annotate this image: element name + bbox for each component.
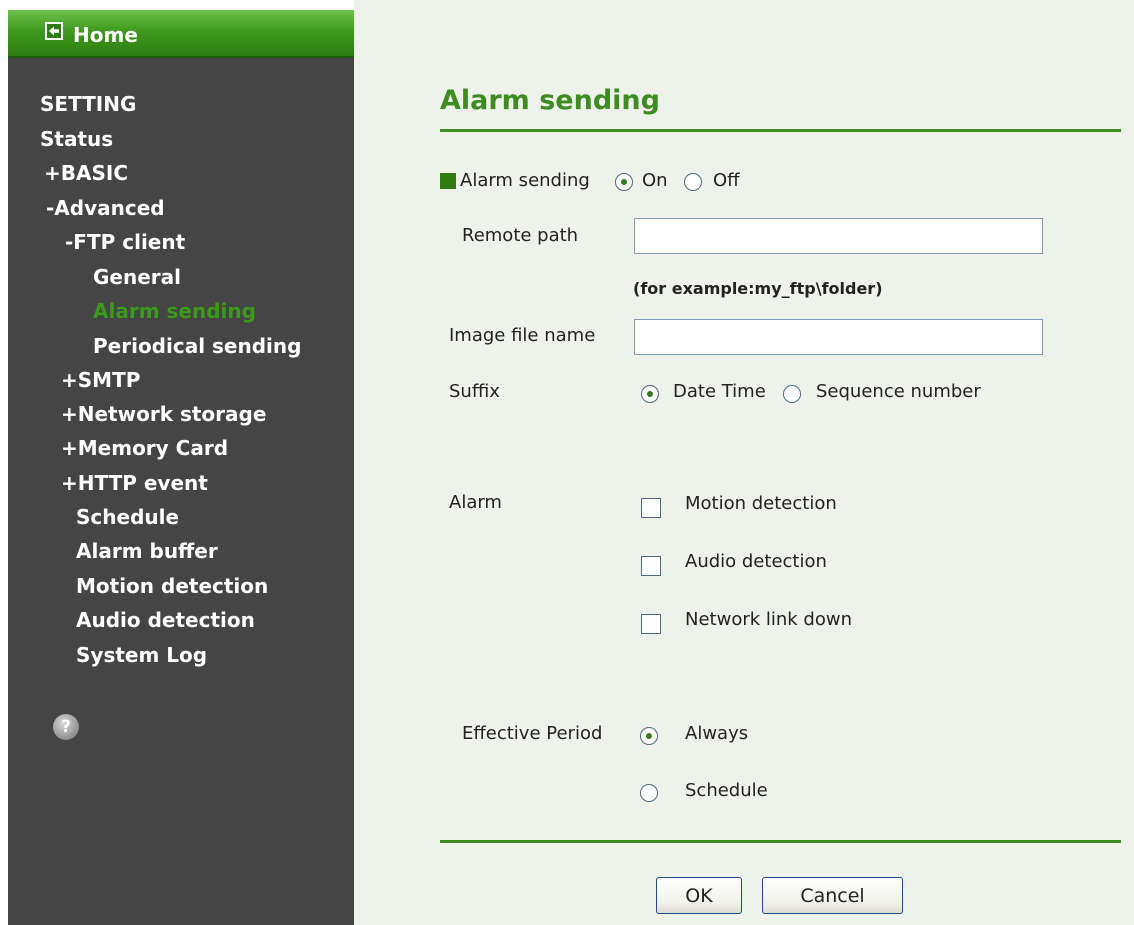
nav-motion-detection[interactable]: Motion detection	[76, 574, 268, 598]
section-bullet-icon	[440, 173, 456, 189]
period-schedule-label[interactable]: Schedule	[685, 780, 768, 802]
suffix-sequence-label[interactable]: Sequence number	[816, 381, 981, 403]
nav-http-event[interactable]: +HTTP event	[61, 471, 208, 495]
remote-path-label: Remote path	[462, 225, 579, 246]
nav-status[interactable]: Status	[40, 127, 113, 151]
footer-divider	[440, 840, 1121, 843]
alarm-sending-off-radio[interactable]	[684, 173, 702, 191]
nav-alarm-buffer[interactable]: Alarm buffer	[76, 539, 218, 563]
suffix-sequence-radio[interactable]	[783, 385, 801, 403]
nav-smtp[interactable]: +SMTP	[61, 368, 140, 392]
nav-basic[interactable]: +BASIC	[44, 161, 128, 185]
nav-alarm-sending[interactable]: Alarm sending	[93, 299, 256, 323]
nav-schedule[interactable]: Schedule	[76, 505, 179, 529]
audio-detection-label[interactable]: Audio detection	[685, 551, 827, 573]
motion-detection-label[interactable]: Motion detection	[685, 493, 837, 515]
help-icon[interactable]: ?	[53, 714, 79, 740]
image-file-name-label: Image file name	[449, 325, 596, 346]
network-link-down-checkbox[interactable]	[641, 614, 661, 634]
alarm-sending-off-label[interactable]: Off	[713, 170, 740, 192]
ok-button[interactable]: OK	[656, 877, 742, 914]
cancel-button[interactable]: Cancel	[762, 877, 903, 914]
nav-advanced[interactable]: -Advanced	[46, 196, 165, 220]
nav-audio-detection[interactable]: Audio detection	[76, 608, 255, 632]
page-title: Alarm sending	[440, 85, 660, 116]
alarm-label: Alarm	[449, 492, 502, 513]
remote-path-hint: (for example:my_ftp\folder)	[633, 279, 883, 298]
alarm-sending-on-label[interactable]: On	[642, 170, 668, 192]
home-link[interactable]: Home	[73, 23, 138, 47]
audio-detection-checkbox[interactable]	[641, 556, 661, 576]
nav-setting[interactable]: SETTING	[40, 92, 136, 116]
motion-detection-checkbox[interactable]	[641, 498, 661, 518]
suffix-datetime-radio[interactable]	[641, 385, 659, 403]
suffix-datetime-label[interactable]: Date Time	[673, 381, 766, 403]
nav-network-storage[interactable]: +Network storage	[61, 402, 266, 426]
effective-period-label: Effective Period	[462, 723, 603, 744]
period-always-radio[interactable]	[640, 727, 658, 745]
sidebar: Home SETTING Status +BASIC -Advanced -FT…	[8, 10, 354, 925]
nav-system-log[interactable]: System Log	[76, 643, 207, 667]
title-divider	[440, 129, 1121, 132]
alarm-sending-label: Alarm sending	[460, 170, 590, 191]
back-arrow-icon[interactable]	[45, 22, 63, 40]
main-panel: Alarm sending Alarm sending On Off Remot…	[354, 0, 1134, 925]
period-schedule-radio[interactable]	[640, 784, 658, 802]
image-file-name-input[interactable]	[634, 319, 1043, 355]
suffix-label: Suffix	[449, 381, 500, 402]
nav-ftp-client[interactable]: -FTP client	[65, 230, 185, 254]
remote-path-input[interactable]	[634, 218, 1043, 254]
network-link-down-label[interactable]: Network link down	[685, 609, 852, 631]
nav-general[interactable]: General	[93, 265, 181, 289]
home-bar[interactable]: Home	[8, 10, 354, 58]
nav-memory-card[interactable]: +Memory Card	[61, 436, 228, 460]
period-always-label[interactable]: Always	[685, 723, 748, 745]
nav-periodical-sending[interactable]: Periodical sending	[93, 334, 301, 358]
alarm-sending-on-radio[interactable]	[615, 173, 633, 191]
